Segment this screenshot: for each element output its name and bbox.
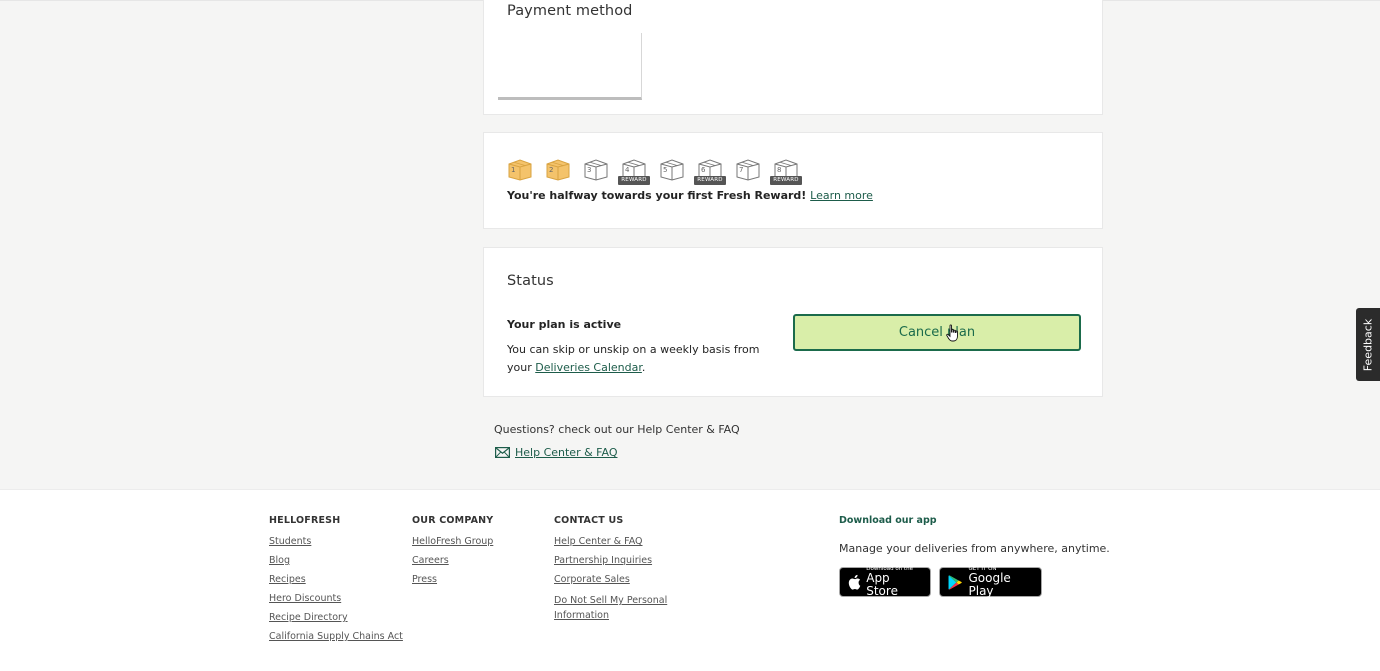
reward-box-number: 4 [625, 166, 630, 174]
reward-box-number: 3 [587, 166, 592, 174]
reward-box-7: 7 [735, 157, 761, 187]
help-center-link[interactable]: Help Center & FAQ [515, 446, 617, 459]
status-title: Status [507, 273, 554, 289]
reward-box-number: 2 [549, 166, 554, 174]
footer-col-hellofresh: HELLOFRESH Students Blog Recipes Hero Di… [269, 515, 403, 650]
reward-box-4: 4 REWARD [618, 157, 650, 187]
reward-box-6: 6 REWARD [694, 157, 726, 187]
download-app-heading: Download our app [839, 515, 937, 526]
reward-progress-text: You're halfway towards your first Fresh … [507, 189, 873, 202]
footer-link-help-center[interactable]: Help Center & FAQ [554, 536, 684, 548]
footer-link-recipe-directory[interactable]: Recipe Directory [269, 612, 403, 624]
footer-link-blog[interactable]: Blog [269, 555, 403, 567]
status-period: . [641, 361, 646, 374]
google-play-icon [948, 574, 962, 590]
payment-method-card: Payment method [483, 0, 1103, 115]
reward-box-2: 2 [545, 157, 571, 187]
cancel-plan-button[interactable]: Cancel plan [793, 314, 1081, 351]
footer: HELLOFRESH Students Blog Recipes Hero Di… [0, 489, 1380, 671]
footer-heading-company: OUR COMPANY [412, 515, 494, 526]
google-play-badge[interactable]: GET IT ON Google Play [939, 566, 1042, 598]
deliveries-calendar-link[interactable]: Deliveries Calendar [535, 361, 642, 374]
reward-box-8: 8 REWARD [770, 157, 802, 187]
rewards-card: 1 2 3 4 REWARD 5 6 REWARD 7 8 REWARD You're halfwa… [483, 132, 1103, 229]
feedback-tab[interactable]: Feedback [1356, 308, 1380, 381]
footer-link-corporate-sales[interactable]: Corporate Sales [554, 574, 684, 586]
reward-box-number: 7 [739, 166, 744, 174]
footer-link-partnership[interactable]: Partnership Inquiries [554, 555, 684, 567]
reward-box-5: 5 [659, 157, 685, 187]
footer-link-recipes[interactable]: Recipes [269, 574, 403, 586]
reward-box-number: 8 [777, 166, 782, 174]
footer-heading-hellofresh: HELLOFRESH [269, 515, 341, 526]
footer-col-contact: CONTACT US Help Center & FAQ Partnership… [554, 515, 684, 630]
reward-box-1: 1 [507, 157, 533, 187]
reward-tag: REWARD [618, 176, 650, 185]
feedback-label: Feedback [1361, 318, 1375, 371]
reward-tag: REWARD [770, 176, 802, 185]
footer-link-hero-discounts[interactable]: Hero Discounts [269, 593, 403, 605]
footer-link-do-not-sell[interactable]: Do Not Sell My Personal Information [554, 593, 684, 623]
app-badges: Download on the App Store GET IT ON Goog… [839, 566, 1110, 598]
reward-tag: REWARD [694, 176, 726, 185]
footer-link-careers[interactable]: Careers [412, 555, 493, 567]
payment-method-placeholder [498, 33, 642, 100]
google-play-big-text: Google Play [968, 571, 1011, 598]
reward-box-number: 5 [663, 166, 668, 174]
help-center-row: Help Center & FAQ [495, 446, 617, 459]
reward-message: You're halfway towards your first Fresh … [507, 189, 807, 202]
status-card: Status Your plan is active You can skip … [483, 247, 1103, 397]
app-store-badge[interactable]: Download on the App Store [839, 566, 931, 598]
reward-box-number: 6 [701, 166, 706, 174]
footer-heading-contact: CONTACT US [554, 515, 624, 526]
footer-col-company: OUR COMPANY HelloFresh Group Careers Pre… [412, 515, 493, 593]
plan-status-headline: Your plan is active [507, 318, 622, 331]
plan-status-text: You can skip or unskip on a weekly basis… [507, 341, 767, 377]
app-store-big-text: App Store [866, 571, 898, 598]
reward-box-3: 3 [583, 157, 609, 187]
reward-box-number: 1 [511, 166, 516, 174]
download-app-subtitle: Manage your deliveries from anywhere, an… [839, 542, 1110, 555]
payment-method-title: Payment method [507, 3, 633, 19]
help-question: Questions? check out our Help Center & F… [494, 423, 740, 436]
apple-icon [848, 574, 861, 590]
footer-link-california-supply-chains[interactable]: California Supply Chains Act [269, 631, 403, 643]
mail-icon [495, 447, 510, 458]
footer-link-hellofresh-group[interactable]: HelloFresh Group [412, 536, 493, 548]
learn-more-link[interactable]: Learn more [810, 189, 873, 202]
footer-link-press[interactable]: Press [412, 574, 493, 586]
footer-col-app: Download our app Manage your deliveries … [839, 515, 1110, 598]
footer-link-students[interactable]: Students [269, 536, 403, 548]
